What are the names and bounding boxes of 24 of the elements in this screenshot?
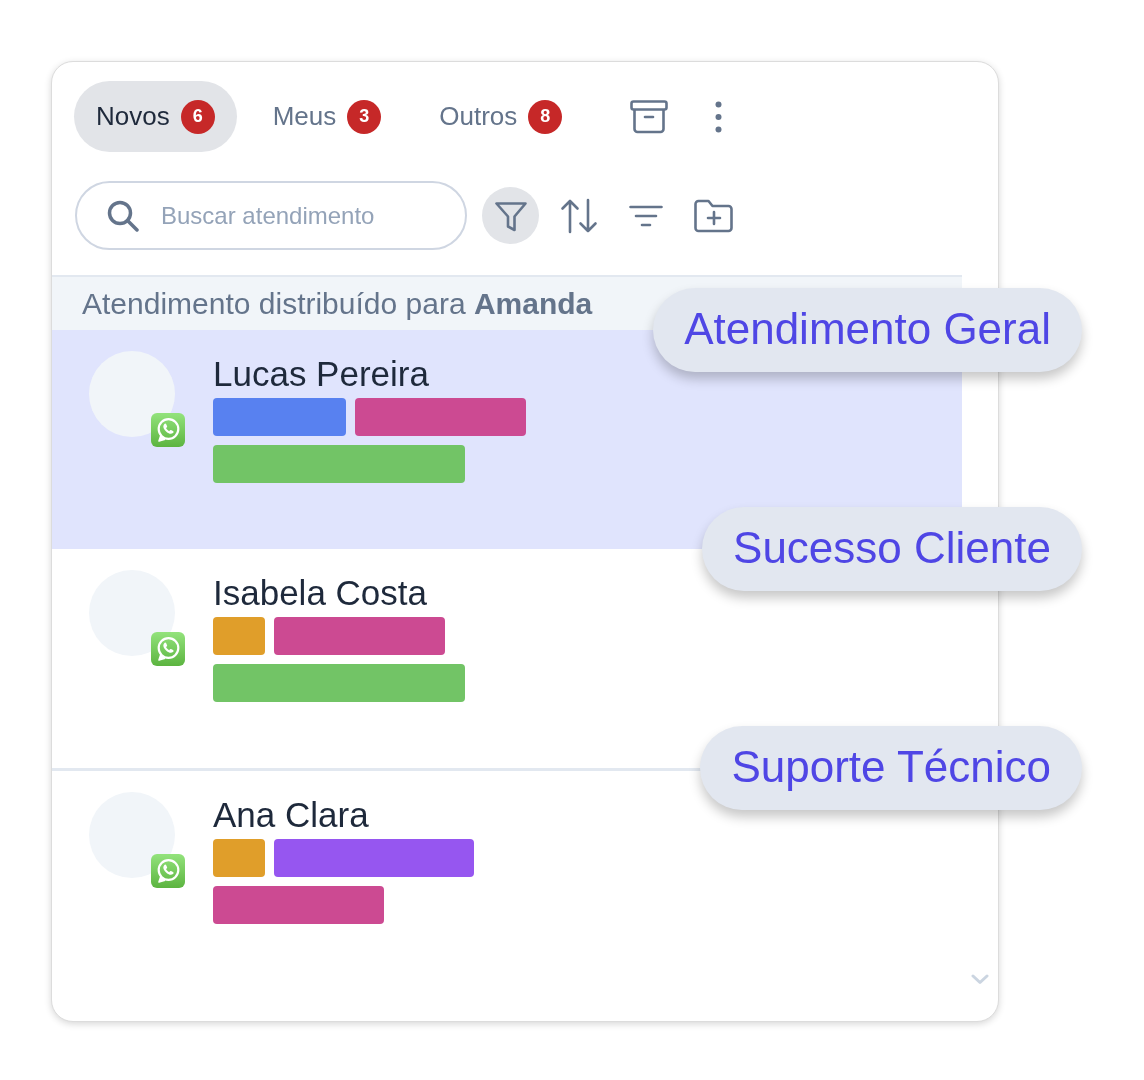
contact-name: Ana Clara xyxy=(213,795,370,835)
phone-bubble-icon xyxy=(151,854,185,888)
list-filter-icon[interactable] xyxy=(629,204,663,227)
count-badge: 3 xyxy=(347,99,382,134)
count-badge: 6 xyxy=(180,99,215,134)
tab[interactable]: Outros 8 xyxy=(417,81,585,152)
search-icon xyxy=(107,200,139,232)
search-field[interactable]: Buscar atendimento xyxy=(75,181,467,250)
more-options-icon[interactable] xyxy=(715,100,723,133)
phone-bubble-icon xyxy=(151,632,185,666)
queue-label: Suporte Técnico xyxy=(700,726,1082,810)
tab[interactable]: Meus 3 xyxy=(250,81,404,152)
sort-icon[interactable] xyxy=(560,197,598,234)
folder-plus-icon[interactable] xyxy=(694,198,734,233)
queue-label: Sucesso Cliente xyxy=(702,507,1082,591)
archive-icon[interactable] xyxy=(630,99,669,134)
count-badge: 8 xyxy=(528,99,563,134)
contact-name: Isabela Costa xyxy=(213,573,429,613)
filter-button[interactable] xyxy=(482,187,539,244)
tab[interactable]: Novos 6 xyxy=(74,81,237,152)
queue-label: Atendimento Geral xyxy=(653,288,1082,372)
phone-bubble-icon xyxy=(151,413,185,447)
filter-icon xyxy=(493,199,528,234)
contact-name: Lucas Pereira xyxy=(213,354,430,394)
